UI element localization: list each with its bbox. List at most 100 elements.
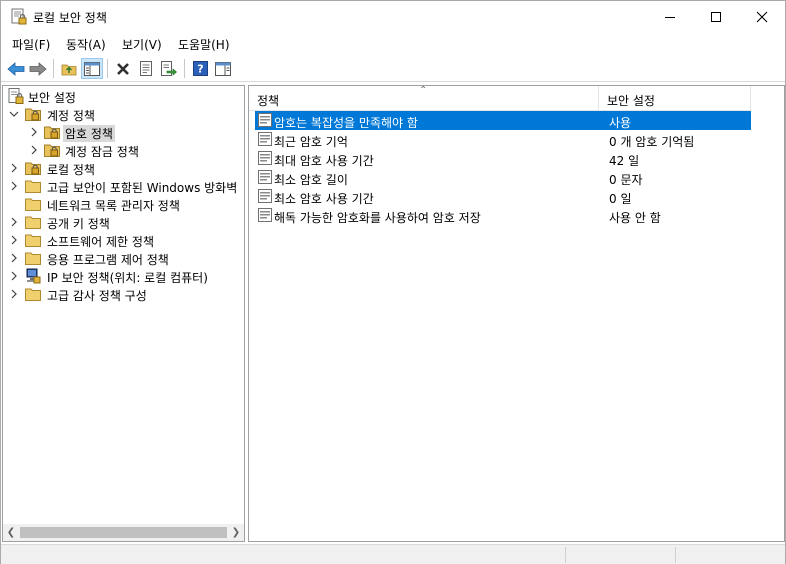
policy-setting-value: 42 일 bbox=[609, 154, 640, 168]
show-hide-tree-icon bbox=[84, 61, 100, 76]
menu-file[interactable]: 파일(F) bbox=[12, 36, 50, 53]
tree-item-network-list-manager[interactable]: 네트워크 목록 관리자 정책 bbox=[3, 195, 243, 213]
folder-icon bbox=[25, 198, 41, 211]
tree-item-ip-security[interactable]: IP 보안 정책(위치: 로컬 컴퓨터) bbox=[3, 267, 243, 285]
policy-setting-icon bbox=[258, 170, 272, 184]
tree-item-local-policies[interactable]: 로컬 정책 bbox=[3, 159, 243, 177]
tree-horizontal-scrollbar[interactable]: ❮ ❯ bbox=[3, 524, 244, 541]
help-button[interactable]: ? bbox=[189, 58, 211, 79]
menu-view[interactable]: 보기(V) bbox=[122, 36, 162, 53]
policy-setting-value: 0 일 bbox=[609, 192, 632, 206]
minimize-button[interactable] bbox=[647, 1, 693, 32]
tree-item-password-policy[interactable]: 암호 정책 bbox=[3, 123, 243, 142]
policy-name: 최소 암호 길이 bbox=[274, 173, 348, 187]
policy-row[interactable]: 최소 암호 사용 기간 0 일 bbox=[255, 187, 751, 206]
tree-item-label: 로컬 정책 bbox=[47, 163, 95, 177]
tree-item-windows-firewall[interactable]: 고급 보안이 포함된 Windows 방화벽 bbox=[3, 177, 243, 195]
policy-row[interactable]: 최근 암호 기억 0 개 암호 기억됨 bbox=[255, 130, 751, 149]
delete-icon bbox=[117, 62, 129, 75]
scroll-left-arrow-icon[interactable]: ❮ bbox=[5, 526, 17, 539]
show-hide-tree-button[interactable] bbox=[81, 58, 103, 79]
column-header-security-setting[interactable]: 보안 설정 bbox=[599, 86, 751, 111]
help-icon: ? bbox=[192, 61, 208, 76]
chevron-right-icon[interactable] bbox=[28, 126, 40, 138]
scrollbar-thumb[interactable] bbox=[20, 527, 227, 538]
delete-button[interactable] bbox=[112, 58, 134, 79]
chevron-right-icon[interactable] bbox=[8, 234, 20, 246]
show-action-pane-button[interactable] bbox=[212, 58, 234, 79]
toolbar-separator bbox=[53, 59, 54, 78]
tree-item-label: 암호 정책 bbox=[63, 125, 115, 142]
scroll-right-arrow-icon[interactable]: ❯ bbox=[230, 526, 242, 539]
menu-help[interactable]: 도움말(H) bbox=[178, 36, 230, 53]
menu-action[interactable]: 동작(A) bbox=[66, 36, 106, 53]
chevron-right-icon[interactable] bbox=[8, 216, 20, 228]
tree-item-application-control[interactable]: 응용 프로그램 제어 정책 bbox=[3, 249, 243, 267]
policy-row[interactable]: 최소 암호 길이 0 문자 bbox=[255, 168, 751, 187]
policy-name: 최소 암호 사용 기간 bbox=[274, 192, 374, 206]
chevron-right-icon[interactable] bbox=[8, 270, 20, 282]
chevron-right-icon[interactable] bbox=[8, 162, 20, 174]
tree-item-software-restriction[interactable]: 소프트웨어 제한 정책 bbox=[3, 231, 243, 249]
close-icon bbox=[756, 11, 768, 22]
tree-item-public-key-policies[interactable]: 공개 키 정책 bbox=[3, 213, 243, 231]
tree-item-label: IP 보안 정책(위치: 로컬 컴퓨터) bbox=[47, 271, 208, 285]
export-list-icon bbox=[161, 61, 177, 76]
tree-item-account-lockout-policy[interactable]: 계정 잠금 정책 bbox=[3, 141, 243, 159]
back-button[interactable] bbox=[5, 58, 27, 79]
policy-setting-icon bbox=[258, 208, 272, 222]
policy-setting-value: 0 문자 bbox=[609, 173, 643, 187]
chevron-right-icon[interactable] bbox=[8, 180, 20, 192]
tree-item-label: 고급 보안이 포함된 Windows 방화벽 bbox=[47, 181, 238, 195]
folder-icon bbox=[25, 288, 41, 301]
tree-item-label: 소프트웨어 제한 정책 bbox=[47, 235, 154, 249]
policy-setting-icon bbox=[258, 113, 272, 127]
maximize-icon bbox=[711, 11, 721, 22]
toolbar-separator bbox=[184, 59, 185, 78]
policy-row[interactable]: 최대 암호 사용 기간 42 일 bbox=[255, 149, 751, 168]
policy-folder-icon bbox=[25, 162, 41, 175]
properties-button[interactable] bbox=[135, 58, 157, 79]
chevron-right-icon[interactable] bbox=[8, 288, 20, 300]
folder-icon bbox=[25, 180, 41, 193]
tree-item-security-settings[interactable]: 보안 설정 bbox=[3, 87, 243, 105]
policy-folder-icon bbox=[25, 108, 41, 121]
sort-ascending-icon: ⌃ bbox=[419, 85, 428, 96]
tree-item-label: 보안 설정 bbox=[28, 91, 76, 105]
title-bar: 로컬 보안 정책 bbox=[1, 1, 785, 32]
policy-row[interactable]: 암호는 복잡성을 만족해야 함 사용 bbox=[255, 111, 751, 130]
policy-folder-icon bbox=[44, 126, 60, 139]
menu-bar: 파일(F) 동작(A) 보기(V) 도움말(H) bbox=[1, 32, 785, 54]
status-segment bbox=[565, 547, 675, 563]
policy-setting-value: 사용 bbox=[609, 116, 632, 130]
up-folder-icon bbox=[61, 64, 77, 76]
tree-item-advanced-audit[interactable]: 고급 감사 정책 구성 bbox=[3, 285, 243, 303]
export-list-button[interactable] bbox=[158, 58, 180, 79]
forward-icon bbox=[29, 61, 47, 76]
tree-item-account-policies[interactable]: 계정 정책 bbox=[3, 105, 243, 123]
chevron-down-icon[interactable] bbox=[8, 108, 20, 120]
close-button[interactable] bbox=[739, 1, 785, 32]
status-segment bbox=[675, 547, 783, 563]
security-policy-icon bbox=[11, 8, 27, 25]
chevron-right-icon[interactable] bbox=[28, 144, 40, 156]
policy-list-pane: ⌃ 정책 보안 설정 암호는 복잡성을 만족해야 함 사용 최근 암호 기억 0… bbox=[248, 85, 785, 542]
toolbar: ? bbox=[1, 55, 785, 82]
back-icon bbox=[7, 61, 25, 76]
forward-button[interactable] bbox=[27, 58, 49, 79]
tree-item-label: 고급 감사 정책 구성 bbox=[47, 289, 147, 303]
tree-item-label: 계정 정책 bbox=[47, 109, 95, 123]
up-folder-button[interactable] bbox=[58, 58, 80, 79]
chevron-right-icon[interactable] bbox=[8, 252, 20, 264]
policy-name: 최대 암호 사용 기간 bbox=[274, 154, 374, 168]
column-header-label: 정책 bbox=[257, 94, 280, 108]
toolbar-separator bbox=[107, 59, 108, 78]
status-bar bbox=[1, 544, 785, 564]
policy-folder-icon bbox=[44, 144, 60, 157]
tree-item-label: 응용 프로그램 제어 정책 bbox=[47, 253, 169, 267]
properties-icon bbox=[140, 61, 152, 76]
column-header-policy[interactable]: ⌃ 정책 bbox=[249, 86, 599, 111]
policy-row[interactable]: 해독 가능한 암호화를 사용하여 암호 저장 사용 안 함 bbox=[255, 206, 751, 225]
ip-security-icon bbox=[26, 268, 41, 284]
maximize-button[interactable] bbox=[693, 1, 739, 32]
